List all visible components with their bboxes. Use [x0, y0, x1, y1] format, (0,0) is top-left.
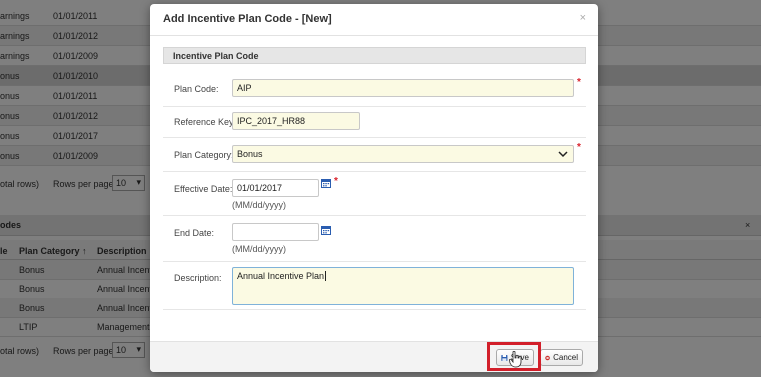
close-icon[interactable]: ×: [580, 12, 586, 24]
panel-title: Incentive Plan Code: [173, 51, 259, 61]
plan-code-label: Plan Code:: [174, 84, 219, 94]
cancel-button[interactable]: Cancel: [540, 349, 583, 366]
plan-code-input[interactable]: AIP: [232, 79, 574, 97]
add-incentive-plan-code-dialog: Add Incentive Plan Code - [New] × Incent…: [150, 4, 598, 372]
text-cursor: [325, 271, 327, 281]
description-row: Description: Annual Incentive Plan: [163, 262, 586, 310]
description-value: Annual Incentive Plan: [237, 271, 325, 281]
required-marker: *: [577, 77, 581, 88]
effective-date-label: Effective Date:: [174, 184, 233, 194]
calendar-icon[interactable]: [321, 225, 331, 235]
chevron-down-icon: [558, 151, 568, 158]
plan-category-label: Plan Category:: [174, 150, 234, 160]
plan-category-value: Bonus: [237, 149, 263, 159]
divider: [150, 35, 598, 36]
dialog-title: Add Incentive Plan Code - [New]: [163, 13, 332, 25]
cancel-button-label: Cancel: [553, 353, 578, 362]
plan-code-row: Plan Code: AIP *: [163, 71, 586, 107]
hand-pointer-icon: [509, 351, 522, 368]
panel-header: Incentive Plan Code: [163, 47, 586, 64]
reference-key-input[interactable]: IPC_2017_HR88: [232, 112, 360, 130]
date-format-hint: (MM/dd/yyyy): [232, 244, 286, 254]
required-marker: *: [577, 142, 581, 153]
date-format-hint: (MM/dd/yyyy): [232, 200, 286, 210]
plan-category-select[interactable]: Bonus: [232, 145, 574, 163]
description-label: Description:: [174, 273, 222, 283]
reference-key-row: Reference Key: IPC_2017_HR88: [163, 107, 586, 138]
end-date-input[interactable]: [232, 223, 319, 241]
reference-key-label: Reference Key:: [174, 117, 237, 127]
description-textarea[interactable]: Annual Incentive Plan: [232, 267, 574, 305]
effective-date-row: Effective Date: 01/01/2017 * (MM/dd/yyyy…: [163, 172, 586, 216]
plan-category-row: Plan Category: Bonus *: [163, 138, 586, 172]
end-date-label: End Date:: [174, 228, 215, 238]
required-marker: *: [334, 176, 338, 187]
effective-date-input[interactable]: 01/01/2017: [232, 179, 319, 197]
cancel-icon: [545, 355, 550, 360]
calendar-icon[interactable]: [321, 178, 331, 188]
end-date-row: End Date: (MM/dd/yyyy): [163, 216, 586, 262]
